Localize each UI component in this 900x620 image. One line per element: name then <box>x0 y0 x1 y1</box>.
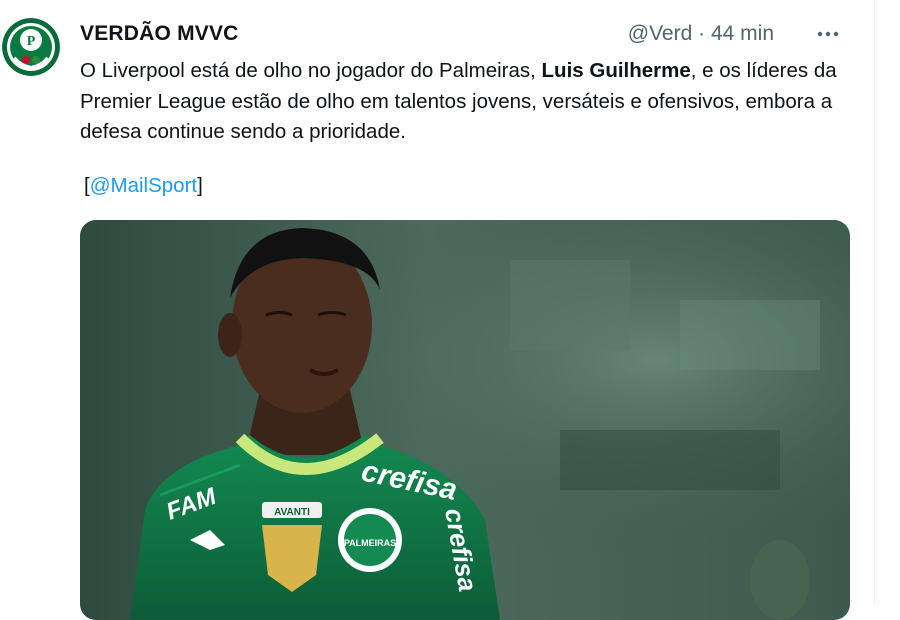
svg-text:AVANTI: AVANTI <box>274 507 310 518</box>
svg-text:P: P <box>27 34 36 49</box>
mention-link[interactable]: @MailSport <box>90 174 197 197</box>
tweet[interactable]: P VERDÃO MVVC @Verd · 44 min O Liverpool… <box>0 0 874 620</box>
more-button[interactable] <box>806 20 850 48</box>
tweet-text: O Liverpool está de olho no jogador do P… <box>80 56 840 148</box>
author-meta: @Verd · 44 min <box>628 22 774 46</box>
tweet-text-bold: Luis Guilherme <box>541 59 691 82</box>
meta-separator: · <box>698 22 706 45</box>
tweet-header: VERDÃO MVVC @Verd · 44 min <box>80 20 850 48</box>
author-display-name[interactable]: VERDÃO MVVC <box>80 22 239 46</box>
timeline-border <box>874 0 875 606</box>
mention-line: [@MailSport] <box>84 174 203 198</box>
more-horizontal-icon <box>817 31 839 37</box>
timestamp[interactable]: 44 min <box>711 22 774 45</box>
svg-text:PALMEIRAS: PALMEIRAS <box>344 538 396 548</box>
tweet-photo[interactable]: crefisa FAM crefisa AVANTI PALMEIRAS <box>80 220 850 620</box>
palmeiras-crest-icon: P <box>2 18 60 76</box>
author-handle[interactable]: @Verd <box>628 22 693 45</box>
bracket-close: ] <box>197 174 203 197</box>
photo-player-illustration: crefisa FAM crefisa AVANTI PALMEIRAS <box>80 220 850 620</box>
tweet-text-part1: O Liverpool está de olho no jogador do P… <box>80 59 542 82</box>
avatar[interactable]: P <box>2 18 60 76</box>
